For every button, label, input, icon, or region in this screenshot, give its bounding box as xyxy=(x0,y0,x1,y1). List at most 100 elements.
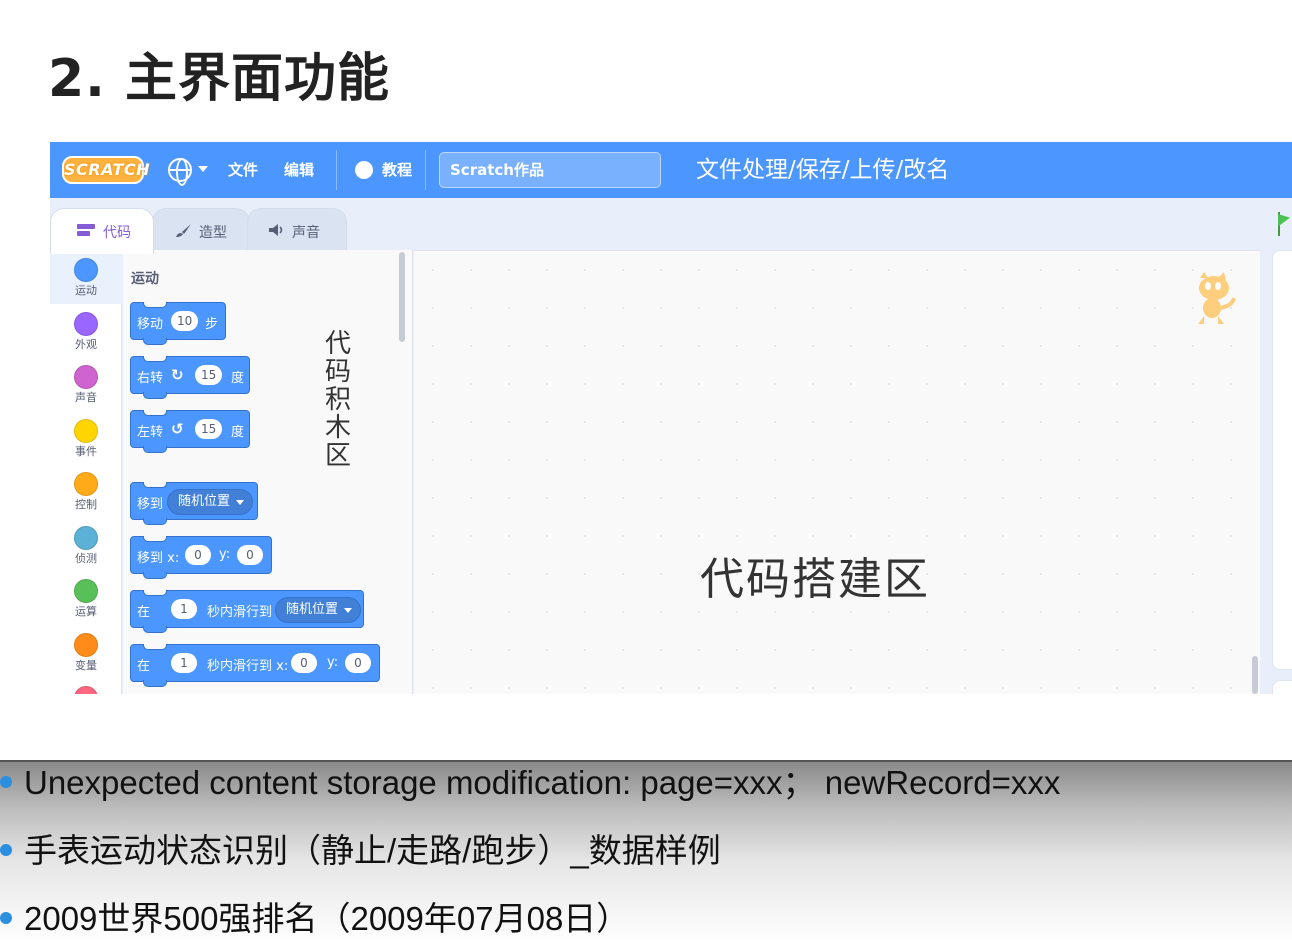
file-menu[interactable]: 文件 xyxy=(228,142,258,198)
tutorials-menu[interactable]: 教程 xyxy=(382,142,412,198)
category-label: 事件 xyxy=(75,445,97,458)
block-text: 度 xyxy=(231,425,245,440)
block-text: 移到 xyxy=(137,497,164,512)
category-label: 侦测 xyxy=(75,552,97,565)
x-input[interactable]: 0 xyxy=(185,545,211,565)
category-motion[interactable]: 运动 xyxy=(50,250,122,304)
palette-scrollbar[interactable] xyxy=(399,252,405,342)
category-dot xyxy=(74,258,98,282)
steps-input[interactable]: 10 xyxy=(171,311,199,331)
tab-costumes-label: 造型 xyxy=(199,225,227,241)
paintbrush-icon xyxy=(176,224,191,237)
glide-xy-block[interactable]: 在 1 秒内滑行到 x: 0 y: 0 xyxy=(130,644,380,687)
category-sensing[interactable]: 侦测 xyxy=(50,518,122,572)
block-text: y: xyxy=(327,655,339,670)
menu-bar: SCRATCH 文件 编辑 教程 Scratch作品 文件处理/保存/上传/改名 xyxy=(50,142,1292,198)
category-label: 运动 xyxy=(75,284,97,297)
bullet-text: 2009世界500强排名（2009年07月08日） xyxy=(24,900,630,937)
category-label: 控制 xyxy=(75,498,97,511)
palette-annotation: 代 码 积 木 区 xyxy=(318,330,358,470)
globe-icon[interactable] xyxy=(168,158,192,186)
degrees-input[interactable]: 15 xyxy=(195,365,223,385)
chevron-down-icon[interactable] xyxy=(198,166,208,172)
bullet-item[interactable]: Unexpected content storage modification:… xyxy=(0,756,1060,804)
x-input[interactable]: 0 xyxy=(291,653,317,673)
degrees-input[interactable]: 15 xyxy=(195,419,223,439)
category-dot xyxy=(74,579,98,603)
seconds-input[interactable]: 1 xyxy=(171,653,197,673)
category-sound[interactable]: 声音 xyxy=(50,357,122,411)
annotation-char: 代 xyxy=(324,329,351,359)
rotate-left-icon: ↺ xyxy=(171,420,184,438)
category-dot xyxy=(74,526,98,550)
tab-sounds-label: 声音 xyxy=(292,225,320,241)
turn-right-block[interactable]: 右转 ↻ 15 度 xyxy=(130,356,250,399)
bullet-item[interactable]: 2009世界500强排名（2009年07月08日） xyxy=(0,892,629,940)
category-dot xyxy=(74,472,98,496)
sprite-panel[interactable] xyxy=(1272,680,1292,694)
target-dropdown[interactable]: 随机位置 xyxy=(275,597,362,623)
bullet-dot-icon xyxy=(0,912,12,925)
annotation-char: 码 xyxy=(324,357,351,387)
annotation-char: 区 xyxy=(324,441,351,471)
block-text: y: xyxy=(219,547,231,562)
menu-divider xyxy=(336,150,337,190)
category-dot xyxy=(74,686,98,694)
block-text: 步 xyxy=(205,317,219,332)
tab-code[interactable]: 代码 xyxy=(50,208,154,254)
workspace-annotation: 代码搭建区 xyxy=(700,554,930,605)
code-workspace[interactable]: 代码搭建区 xyxy=(414,250,1260,694)
category-label: 运算 xyxy=(75,605,97,618)
scratch-logo[interactable]: SCRATCH xyxy=(62,156,149,184)
category-events[interactable]: 事件 xyxy=(50,411,122,465)
annotation-char: 积 xyxy=(324,385,351,415)
bullet-text: Unexpected content storage modification:… xyxy=(24,764,1061,801)
code-blocks-icon xyxy=(77,224,95,236)
stage-panel[interactable] xyxy=(1272,250,1292,670)
y-input[interactable]: 0 xyxy=(345,653,371,673)
block-text: 度 xyxy=(231,371,245,386)
move-steps-block[interactable]: 移动 10 步 xyxy=(130,302,226,345)
category-looks[interactable]: 外观 xyxy=(50,304,122,358)
workspace-scrollbar[interactable] xyxy=(1252,656,1258,694)
block-text: 秒内滑行到 x: xyxy=(207,659,289,674)
category-label: 变量 xyxy=(75,659,97,672)
category-dot xyxy=(74,312,98,336)
tab-costumes[interactable]: 造型 xyxy=(152,208,250,252)
bullet-item[interactable]: 手表运动状态识别（静止/走路/跑步）_数据样例 xyxy=(0,824,721,872)
block-text: 秒内滑行到 xyxy=(207,605,273,620)
seconds-input[interactable]: 1 xyxy=(171,599,197,619)
slide-title: 2. 主界面功能 xyxy=(48,49,391,109)
cat-sprite-icon xyxy=(1198,272,1236,324)
block-text: 在 xyxy=(137,605,151,620)
goto-block[interactable]: 移到 随机位置 xyxy=(130,482,258,525)
category-dot xyxy=(74,365,98,389)
category-variables[interactable]: 变量 xyxy=(50,625,122,679)
tab-sounds[interactable]: 声音 xyxy=(247,208,347,252)
category-dot xyxy=(74,419,98,443)
bullet-dot-icon xyxy=(0,844,12,857)
glide-block[interactable]: 在 1 秒内滑行到 随机位置 xyxy=(130,590,364,633)
target-dropdown[interactable]: 随机位置 xyxy=(167,489,254,515)
category-dot xyxy=(74,633,98,657)
block-text: 在 xyxy=(137,659,151,674)
goto-xy-block[interactable]: 移到 x: 0 y: 0 xyxy=(130,536,272,579)
edit-menu[interactable]: 编辑 xyxy=(284,142,314,198)
turn-left-block[interactable]: 左转 ↺ 15 度 xyxy=(130,410,250,453)
block-text: 移到 x: xyxy=(137,551,180,566)
category-control[interactable]: 控制 xyxy=(50,464,122,518)
tab-code-label: 代码 xyxy=(103,225,131,241)
block-text: 左转 xyxy=(137,425,164,440)
category-my-blocks[interactable] xyxy=(50,678,122,694)
speaker-icon xyxy=(269,224,283,236)
bullet-list: Unexpected content storage modification:… xyxy=(0,762,1292,944)
palette-heading: 运动 xyxy=(131,271,159,287)
category-operators[interactable]: 运算 xyxy=(50,571,122,625)
category-menu: 运动 外观 声音 事件 控制 侦测 运算 变量 xyxy=(50,250,122,694)
block-text: 移动 xyxy=(137,317,164,332)
project-title-input[interactable]: Scratch作品 xyxy=(439,152,661,188)
y-input[interactable]: 0 xyxy=(237,545,263,565)
lightbulb-icon[interactable] xyxy=(355,161,373,179)
bullet-dot-icon xyxy=(0,776,12,789)
menu-divider xyxy=(425,150,426,190)
